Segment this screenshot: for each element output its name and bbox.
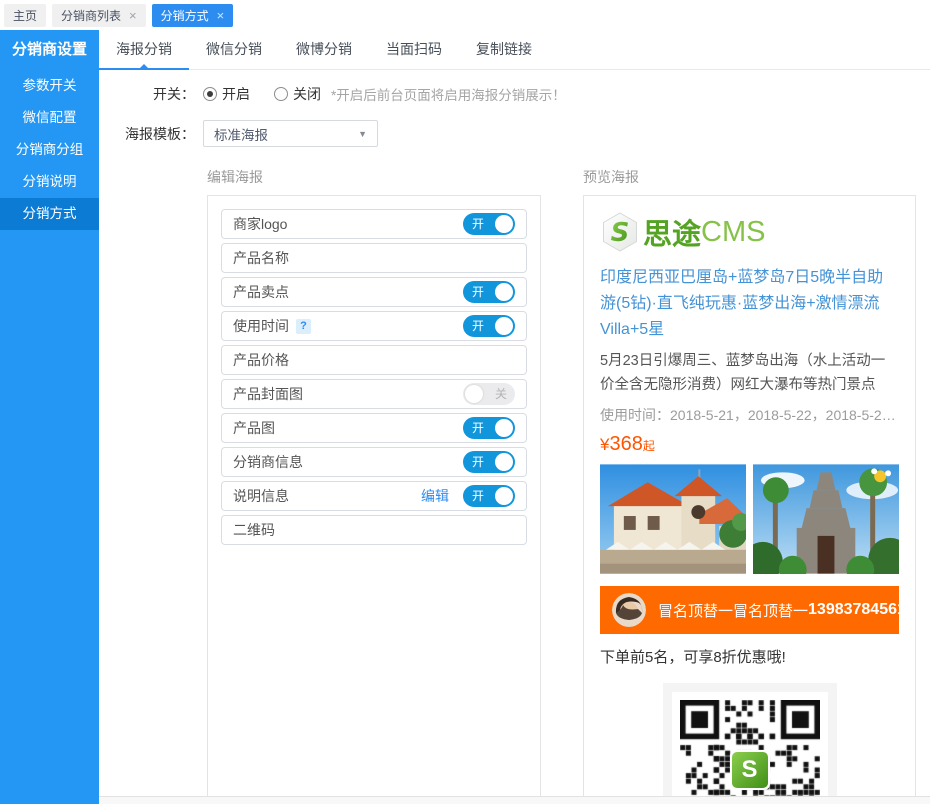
poster-field-row: 商家logo 开 xyxy=(221,209,527,239)
selected-template: 标准海报 xyxy=(214,124,268,144)
product-photos xyxy=(600,464,899,574)
radio-disable[interactable]: 关闭 xyxy=(274,84,321,104)
poster-field-row: 说明信息 编辑 开 xyxy=(221,481,527,511)
horizontal-scrollbar[interactable] xyxy=(99,796,930,804)
product-selling-point: 5月23日引爆周三、蓝梦岛出海（水上活动一价全含无隐形消费）网红大瀑布等热门景点 xyxy=(600,349,899,397)
toggle-knob xyxy=(495,487,513,505)
merchant-logo: S 思途CMS xyxy=(600,211,899,253)
sidebar-item[interactable]: 分销方式 xyxy=(0,198,99,230)
sidebar-header: 分销商设置 xyxy=(0,30,99,70)
product-price: ¥368起 xyxy=(600,433,899,456)
window-tab-label: 主页 xyxy=(13,7,37,24)
editor-title: 编辑海报 xyxy=(207,167,541,187)
radio-icon xyxy=(203,87,217,101)
window-tab[interactable]: 分销方式 × xyxy=(152,4,234,27)
switch-row: 开关： 开启 关闭 *开启后前台页面将启用海报分销展示！ xyxy=(99,84,930,104)
poster-field-row: 产品图 开 xyxy=(221,413,527,443)
field-toggle[interactable]: 开 xyxy=(463,315,515,337)
poster-preview-panel: S 思途CMS 印度尼西亚巴厘岛+蓝梦岛7日5晚半自助游(5钻)·直飞纯玩惠·蓝… xyxy=(583,195,916,804)
distribution-method-tabs: 海报分销微信分销微博分销当面扫码复制链接 xyxy=(99,30,930,70)
toggle-knob xyxy=(495,419,513,437)
qr-code-block: S xyxy=(663,683,837,804)
edit-link[interactable]: 编辑 xyxy=(421,486,449,506)
toggle-knob xyxy=(495,317,513,335)
poster-field-label: 产品名称 xyxy=(233,248,289,268)
logo-text-en: CMS xyxy=(701,216,765,249)
sidebar-item[interactable]: 微信配置 xyxy=(0,102,99,134)
field-toggle[interactable]: 开 xyxy=(463,281,515,303)
close-icon[interactable]: × xyxy=(217,9,225,22)
template-label: 海报模板： xyxy=(99,124,195,144)
poster-field-row: 二维码 xyxy=(221,515,527,545)
switch-label: 开关： xyxy=(99,84,195,104)
poster-field-label: 商家logo xyxy=(233,214,287,234)
sidebar-item[interactable]: 分销说明 xyxy=(0,166,99,198)
radio-enable[interactable]: 开启 xyxy=(203,84,250,104)
sidebar-item[interactable]: 参数开关 xyxy=(0,70,99,102)
toggle-knob xyxy=(495,283,513,301)
sidebar-item[interactable]: 分销商分组 xyxy=(0,134,99,166)
switch-note: *开启后前台页面将启用海报分销展示！ xyxy=(331,84,566,104)
poster-field-label: 二维码 xyxy=(233,520,275,540)
close-icon[interactable]: × xyxy=(129,9,137,22)
distributor-avatar xyxy=(612,593,646,627)
photo-temple xyxy=(753,464,899,574)
logo-text-cn: 思途 xyxy=(643,211,701,253)
window-tab[interactable]: 分销商列表 × xyxy=(52,4,146,27)
svg-text:S: S xyxy=(611,218,630,248)
poster-field-row: 分销商信息 开 xyxy=(221,447,527,477)
help-icon[interactable]: ? xyxy=(296,319,311,334)
poster-field-row: 产品卖点 开 xyxy=(221,277,527,307)
distributor-name: 冒名顶替一冒名顶替一 xyxy=(658,600,808,621)
product-title: 印度尼西亚巴厘岛+蓝梦岛7日5晚半自助游(5钻)·直飞纯玩惠·蓝梦出海+激情漂流… xyxy=(600,265,899,343)
distributor-phone: 13983784561 xyxy=(808,601,906,619)
window-tab-bar: 主页 分销商列表 × 分销方式 × xyxy=(0,0,930,30)
window-tab-label: 分销方式 xyxy=(161,7,209,24)
poster-field-label: 产品价格 xyxy=(233,350,289,370)
poster-field-row: 使用时间 ? 开 xyxy=(221,311,527,341)
qr-center-logo: S xyxy=(730,750,770,790)
poster-editor-panel: 商家logo 开 产品名称 产品卖点 开 使用时间 ? 开 xyxy=(207,195,541,799)
dropdown-arrow-icon: ▼ xyxy=(358,129,367,139)
poster-field-label: 使用时间 xyxy=(233,316,289,336)
radio-icon xyxy=(274,87,288,101)
distributor-bar: 冒名顶替一冒名顶替一 13983784561 xyxy=(600,586,899,634)
poster-field-label: 说明信息 xyxy=(233,486,289,506)
photo-villa xyxy=(600,464,746,574)
window-tab-label: 分销商列表 xyxy=(61,7,121,24)
field-toggle[interactable]: 开 xyxy=(463,485,515,507)
field-toggle[interactable]: 开 xyxy=(463,417,515,439)
poster-settings-form: 开关： 开启 关闭 *开启后前台页面将启用海报分销展示！ 海报模板： 标准海报 … xyxy=(99,70,930,147)
toggle-knob xyxy=(495,215,513,233)
template-row: 海报模板： 标准海报 ▼ xyxy=(99,120,930,147)
situ-cms-logo-icon: S xyxy=(600,212,640,252)
poster-template-select[interactable]: 标准海报 ▼ xyxy=(203,120,378,147)
field-toggle[interactable]: 开 xyxy=(463,213,515,235)
poster-field-label: 产品卖点 xyxy=(233,282,289,302)
nav-tab[interactable]: 海报分销 xyxy=(99,30,189,69)
field-toggle[interactable]: 关 xyxy=(463,383,515,405)
poster-field-label: 产品图 xyxy=(233,418,275,438)
poster-field-label: 分销商信息 xyxy=(233,452,303,472)
use-time: 使用时间：2018-5-21，2018-5-22，2018-5-23，2018-… xyxy=(600,405,899,425)
preview-title: 预览海报 xyxy=(583,167,916,187)
poster-field-row: 产品名称 xyxy=(221,243,527,273)
nav-tab[interactable]: 微博分销 xyxy=(279,30,369,69)
poster-field-row: 产品价格 xyxy=(221,345,527,375)
poster-preview-section: 预览海报 xyxy=(583,167,916,804)
sidebar: 分销商设置 参数开关微信配置分销商分组分销说明分销方式 xyxy=(0,30,99,804)
promo-text: 下单前5名，可享8折优惠哦! xyxy=(600,646,899,667)
toggle-knob xyxy=(465,385,483,403)
nav-tab[interactable]: 微信分销 xyxy=(189,30,279,69)
toggle-knob xyxy=(495,453,513,471)
window-tab[interactable]: 主页 xyxy=(4,4,46,27)
main-content: 海报分销微信分销微博分销当面扫码复制链接 开关： 开启 关闭 *开启后前台页面将… xyxy=(99,30,930,804)
poster-field-label: 产品封面图 xyxy=(233,384,303,404)
nav-tab[interactable]: 复制链接 xyxy=(459,30,549,69)
poster-editor-section: 编辑海报 商家logo 开 产品名称 产品卖点 开 使用时间 xyxy=(207,167,541,804)
nav-tab[interactable]: 当面扫码 xyxy=(369,30,459,69)
field-toggle[interactable]: 开 xyxy=(463,451,515,473)
poster-field-row: 产品封面图 关 xyxy=(221,379,527,409)
